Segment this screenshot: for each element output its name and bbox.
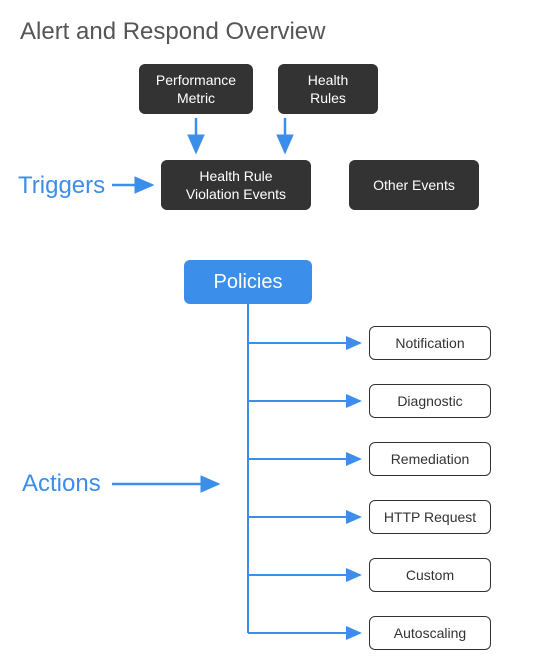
diagram-canvas: Performance Metric Health Rules Health R… [0, 0, 542, 658]
arrows-layer [0, 0, 542, 658]
